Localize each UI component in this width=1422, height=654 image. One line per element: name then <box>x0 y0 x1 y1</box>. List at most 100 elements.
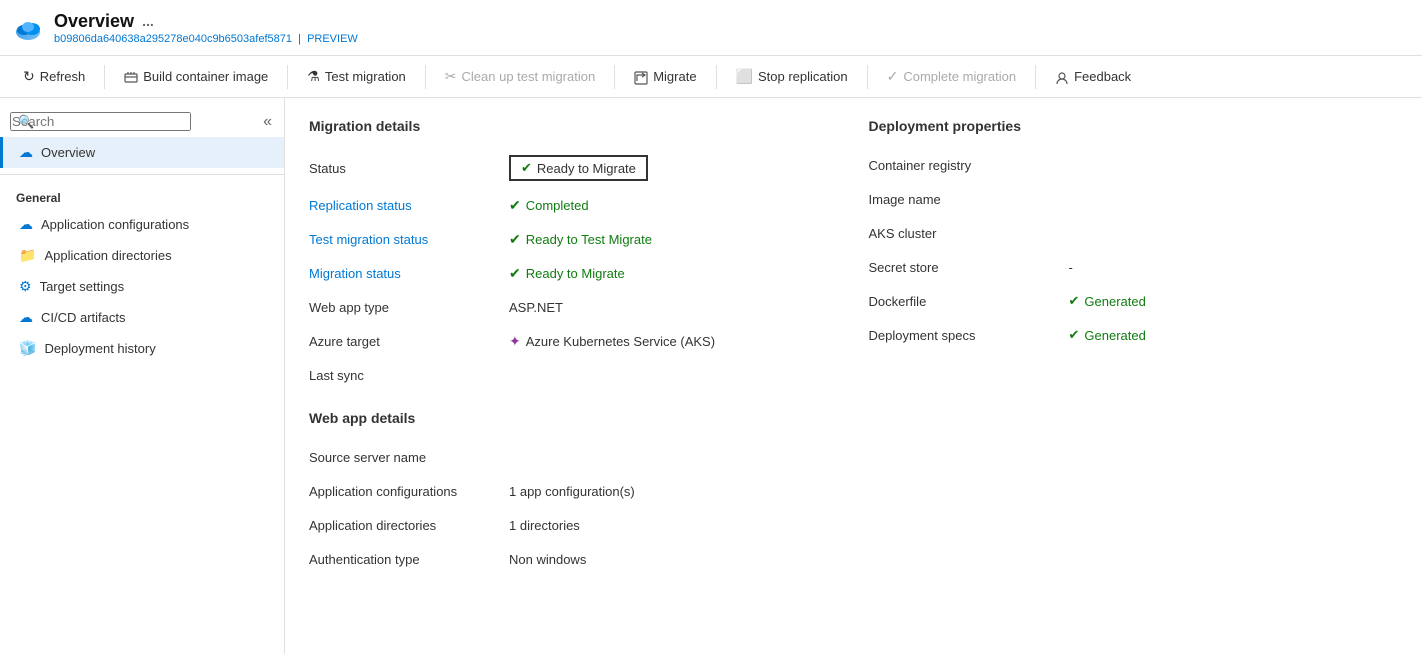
search-wrap: 🔍 <box>10 112 249 131</box>
search-icon: 🔍 <box>18 114 34 130</box>
general-section-label: General <box>0 181 284 209</box>
sep2 <box>287 65 288 89</box>
app-logo <box>12 12 44 44</box>
sidebar-item-overview[interactable]: ☁ Overview <box>0 137 284 168</box>
migration-status-label[interactable]: Migration status <box>309 266 509 281</box>
aks-cluster-row: AKS cluster <box>869 216 1399 250</box>
last-sync-row: Last sync <box>309 358 839 392</box>
title-block: Overview ... b09806da640638a295278e040c9… <box>54 11 358 45</box>
title-ellipsis[interactable]: ... <box>142 13 154 29</box>
migration-details-col: Migration details Status ✔ Ready to Migr… <box>309 118 839 576</box>
cicd-icon: ☁ <box>19 309 33 326</box>
refresh-button[interactable]: ↻ Refresh <box>12 62 96 91</box>
auth-type-value: Non windows <box>509 552 586 567</box>
app-config-label: Application configurations <box>41 217 189 232</box>
refresh-icon: ↻ <box>23 68 35 85</box>
secret-store-value: - <box>1069 260 1073 275</box>
cicd-label: CI/CD artifacts <box>41 310 126 325</box>
web-app-type-row: Web app type ASP.NET <box>309 290 839 324</box>
replication-status-label[interactable]: Replication status <box>309 198 509 213</box>
complete-migration-button[interactable]: ✓ Complete migration <box>876 62 1027 91</box>
subtitle-id: b09806da640638a295278e040c9b6503afef5871 <box>54 33 292 45</box>
dockerfile-generated-text: Generated <box>1084 294 1145 309</box>
app-directories-label: Application directories <box>309 518 509 533</box>
source-server-label: Source server name <box>309 450 509 465</box>
complete-migration-icon: ✓ <box>887 68 899 85</box>
azure-target-value: ✦ Azure Kubernetes Service (AKS) <box>509 333 715 350</box>
sep5 <box>716 65 717 89</box>
sidebar-item-target-settings[interactable]: ⚙ Target settings <box>0 271 284 302</box>
clean-up-icon: ✂ <box>445 68 457 85</box>
status-box: ✔ Ready to Migrate <box>509 155 648 181</box>
app-directories-row: Application directories 1 directories <box>309 508 839 542</box>
auth-type-row: Authentication type Non windows <box>309 542 839 576</box>
app-configurations-label: Application configurations <box>309 484 509 499</box>
sidebar-top-row: 🔍 « <box>0 106 284 137</box>
web-app-details-section: Web app details Source server name Appli… <box>309 410 839 576</box>
sidebar-item-application-directories[interactable]: 📁 Application directories <box>0 240 284 271</box>
target-settings-label: Target settings <box>40 279 125 294</box>
auth-type-label: Authentication type <box>309 552 509 567</box>
sidebar-divider-1 <box>0 174 284 175</box>
complete-migration-label: Complete migration <box>903 69 1016 84</box>
sidebar-item-application-configurations[interactable]: ☁ Application configurations <box>0 209 284 240</box>
clean-up-button[interactable]: ✂ Clean up test migration <box>434 62 606 91</box>
migrate-label: Migrate <box>653 69 696 84</box>
sidebar: 🔍 « ☁ Overview General ☁ Application con… <box>0 98 285 654</box>
web-app-type-label: Web app type <box>309 300 509 315</box>
collapse-sidebar-button[interactable]: « <box>259 109 276 135</box>
build-container-image-button[interactable]: Build container image <box>113 62 279 90</box>
test-migration-icon: ⚗ <box>307 68 320 85</box>
azure-target-text: Azure Kubernetes Service (AKS) <box>526 334 715 349</box>
target-settings-icon: ⚙ <box>19 278 32 295</box>
secret-store-label: Secret store <box>869 260 1069 275</box>
test-migration-status-label[interactable]: Test migration status <box>309 232 509 247</box>
dockerfile-row: Dockerfile ✔ Generated <box>869 284 1399 318</box>
migration-status-row: Migration status ✔ Ready to Migrate <box>309 256 839 290</box>
image-name-label: Image name <box>869 192 1069 207</box>
migrate-button[interactable]: Migrate <box>623 62 707 90</box>
image-name-row: Image name <box>869 182 1399 216</box>
search-input[interactable] <box>10 112 191 131</box>
app-dir-label: Application directories <box>44 248 171 263</box>
search-container: 🔍 <box>0 106 259 137</box>
subtitle-preview: PREVIEW <box>307 33 358 45</box>
replication-status-text: Completed <box>526 198 589 213</box>
migration-check-icon: ✔ <box>509 265 521 282</box>
test-migration-label: Test migration <box>325 69 406 84</box>
container-registry-row: Container registry <box>869 148 1399 182</box>
title-text: Overview <box>54 11 134 32</box>
container-registry-label: Container registry <box>869 158 1069 173</box>
overview-icon: ☁ <box>19 144 33 161</box>
azure-target-label: Azure target <box>309 334 509 349</box>
sep3 <box>425 65 426 89</box>
dockerfile-value: ✔ Generated <box>1069 293 1146 309</box>
dockerfile-check-icon: ✔ <box>1069 293 1080 309</box>
dockerfile-label: Dockerfile <box>869 294 1069 309</box>
sidebar-item-deployment-history[interactable]: 🧊 Deployment history <box>0 333 284 364</box>
clean-up-label: Clean up test migration <box>462 69 596 84</box>
test-migration-button[interactable]: ⚗ Test migration <box>296 62 416 91</box>
web-app-details-title: Web app details <box>309 410 839 426</box>
test-migration-status-text: Ready to Test Migrate <box>526 232 652 247</box>
stop-replication-button[interactable]: ⬜ Stop replication <box>725 62 859 91</box>
build-icon <box>124 68 138 84</box>
sidebar-item-cicd-artifacts[interactable]: ☁ CI/CD artifacts <box>0 302 284 333</box>
deployment-history-icon: 🧊 <box>19 340 36 357</box>
aks-cluster-label: AKS cluster <box>869 226 1069 241</box>
test-migration-check-icon: ✔ <box>509 231 521 248</box>
deployment-specs-row: Deployment specs ✔ Generated <box>869 318 1399 352</box>
deployment-specs-label: Deployment specs <box>869 328 1069 343</box>
replication-status-row: Replication status ✔ Completed <box>309 188 839 222</box>
sep6 <box>867 65 868 89</box>
app-config-icon: ☁ <box>19 216 33 233</box>
feedback-button[interactable]: Feedback <box>1044 62 1142 90</box>
test-migration-status-row: Test migration status ✔ Ready to Test Mi… <box>309 222 839 256</box>
test-migration-status-value: ✔ Ready to Test Migrate <box>509 231 652 248</box>
stop-replication-icon: ⬜ <box>736 68 753 85</box>
migration-details-title: Migration details <box>309 118 839 134</box>
sep4 <box>614 65 615 89</box>
deployment-properties-title: Deployment properties <box>869 118 1399 134</box>
aks-icon: ✦ <box>509 333 521 350</box>
sep1 <box>104 65 105 89</box>
